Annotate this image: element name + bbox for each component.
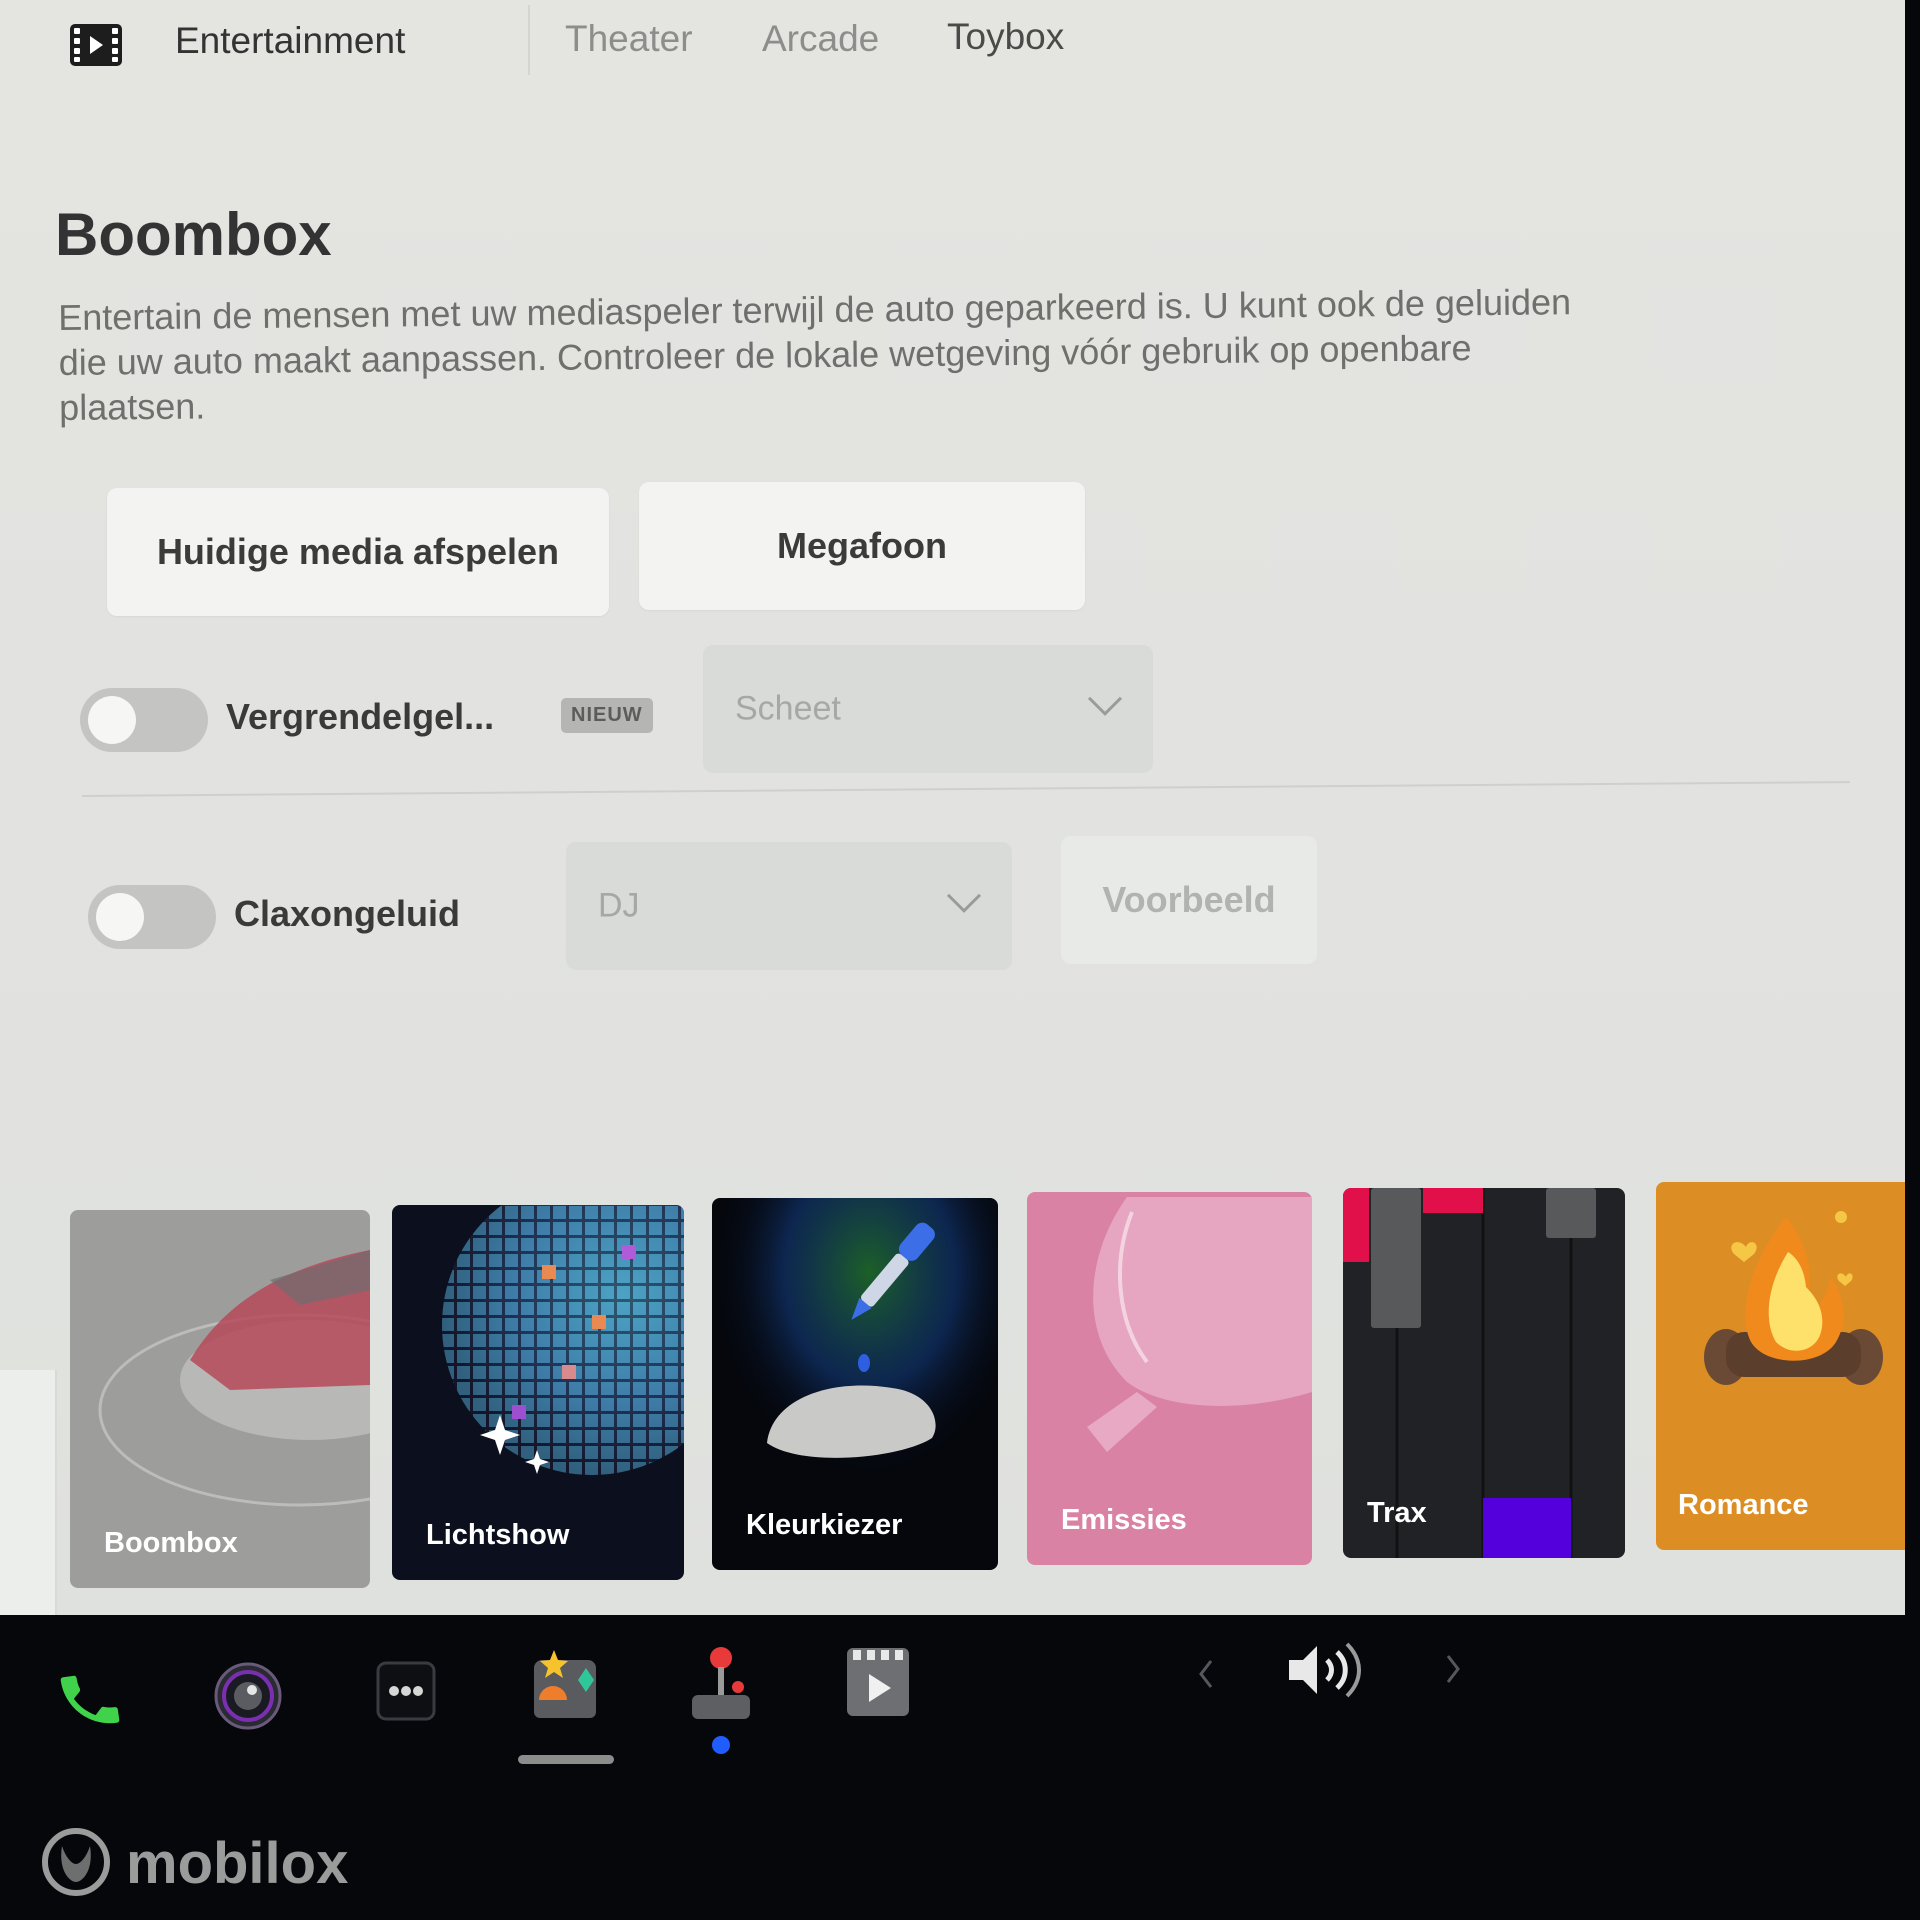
tab-theater[interactable]: Theater	[565, 18, 693, 60]
arcade-joystick-icon[interactable]	[688, 1645, 754, 1725]
active-app-indicator	[518, 1755, 614, 1764]
watermark-text: mobilox	[126, 1831, 349, 1896]
new-badge: NIEUW	[561, 698, 653, 733]
toggle-knob	[96, 893, 144, 941]
play-media-button[interactable]: Huidige media afspelen	[107, 488, 609, 616]
preview-button[interactable]: Voorbeeld	[1061, 836, 1317, 964]
screen: Entertainment Theater Arcade Toybox Boom…	[0, 0, 1905, 1615]
page-title: Boombox	[55, 201, 332, 268]
app-card-kleurkiezer[interactable]: Kleurkiezer	[712, 1198, 998, 1570]
chevron-right-icon[interactable]	[1442, 1652, 1464, 1686]
app-card-label: Trax	[1367, 1497, 1427, 1529]
lock-sound-value: Scheet	[735, 689, 841, 728]
app-card-label: Emissies	[1061, 1504, 1187, 1536]
nav-separator	[528, 5, 530, 75]
toybox-icon[interactable]	[530, 1648, 600, 1720]
app-card-label: Lichtshow	[426, 1519, 570, 1551]
chevron-down-icon	[1087, 696, 1123, 716]
camera-icon[interactable]	[212, 1660, 284, 1732]
app-card-label: Boombox	[104, 1527, 238, 1559]
horn-sound-dropdown[interactable]: DJ	[566, 842, 1012, 970]
theater-icon[interactable]	[845, 1646, 911, 1718]
lock-sound-toggle[interactable]	[80, 688, 208, 752]
page-description: Entertain de mensen met uw mediaspeler t…	[58, 281, 1572, 428]
tab-toybox[interactable]: Toybox	[947, 16, 1064, 58]
app-card-label: Kleurkiezer	[746, 1509, 903, 1541]
megaphone-button[interactable]: Megafoon	[639, 482, 1085, 610]
toggle-knob	[88, 696, 136, 744]
screen-bezel-edge	[0, 1370, 57, 1615]
more-icon[interactable]	[375, 1660, 437, 1722]
app-card-lichtshow[interactable]: Lichtshow	[392, 1205, 684, 1580]
app-card-boombox[interactable]: Boombox	[70, 1210, 370, 1588]
horn-sound-toggle[interactable]	[88, 885, 216, 949]
app-card-romance[interactable]: Romance	[1656, 1182, 1905, 1550]
lock-sound-label: Vergrendelgel...	[226, 696, 495, 737]
app-card-trax[interactable]: Trax	[1343, 1188, 1625, 1558]
horn-sound-value: DJ	[598, 886, 640, 925]
horn-sound-label: Claxongeluid	[234, 893, 461, 934]
top-nav: Entertainment Theater Arcade Toybox	[0, 0, 1905, 90]
row-divider	[81, 781, 1850, 797]
tab-arcade[interactable]: Arcade	[762, 18, 879, 60]
chevron-down-icon	[946, 893, 982, 913]
notification-dot	[712, 1736, 730, 1754]
volume-icon[interactable]	[1285, 1640, 1365, 1700]
section-title[interactable]: Entertainment	[175, 20, 405, 62]
app-card-label: Romance	[1678, 1489, 1809, 1521]
chevron-left-icon[interactable]	[1195, 1657, 1217, 1691]
app-card-emissies[interactable]: Emissies	[1027, 1192, 1312, 1565]
lock-sound-dropdown[interactable]: Scheet	[703, 645, 1153, 773]
film-icon	[70, 24, 122, 66]
phone-icon[interactable]	[55, 1665, 125, 1735]
mobilox-logo-icon	[42, 1828, 110, 1896]
